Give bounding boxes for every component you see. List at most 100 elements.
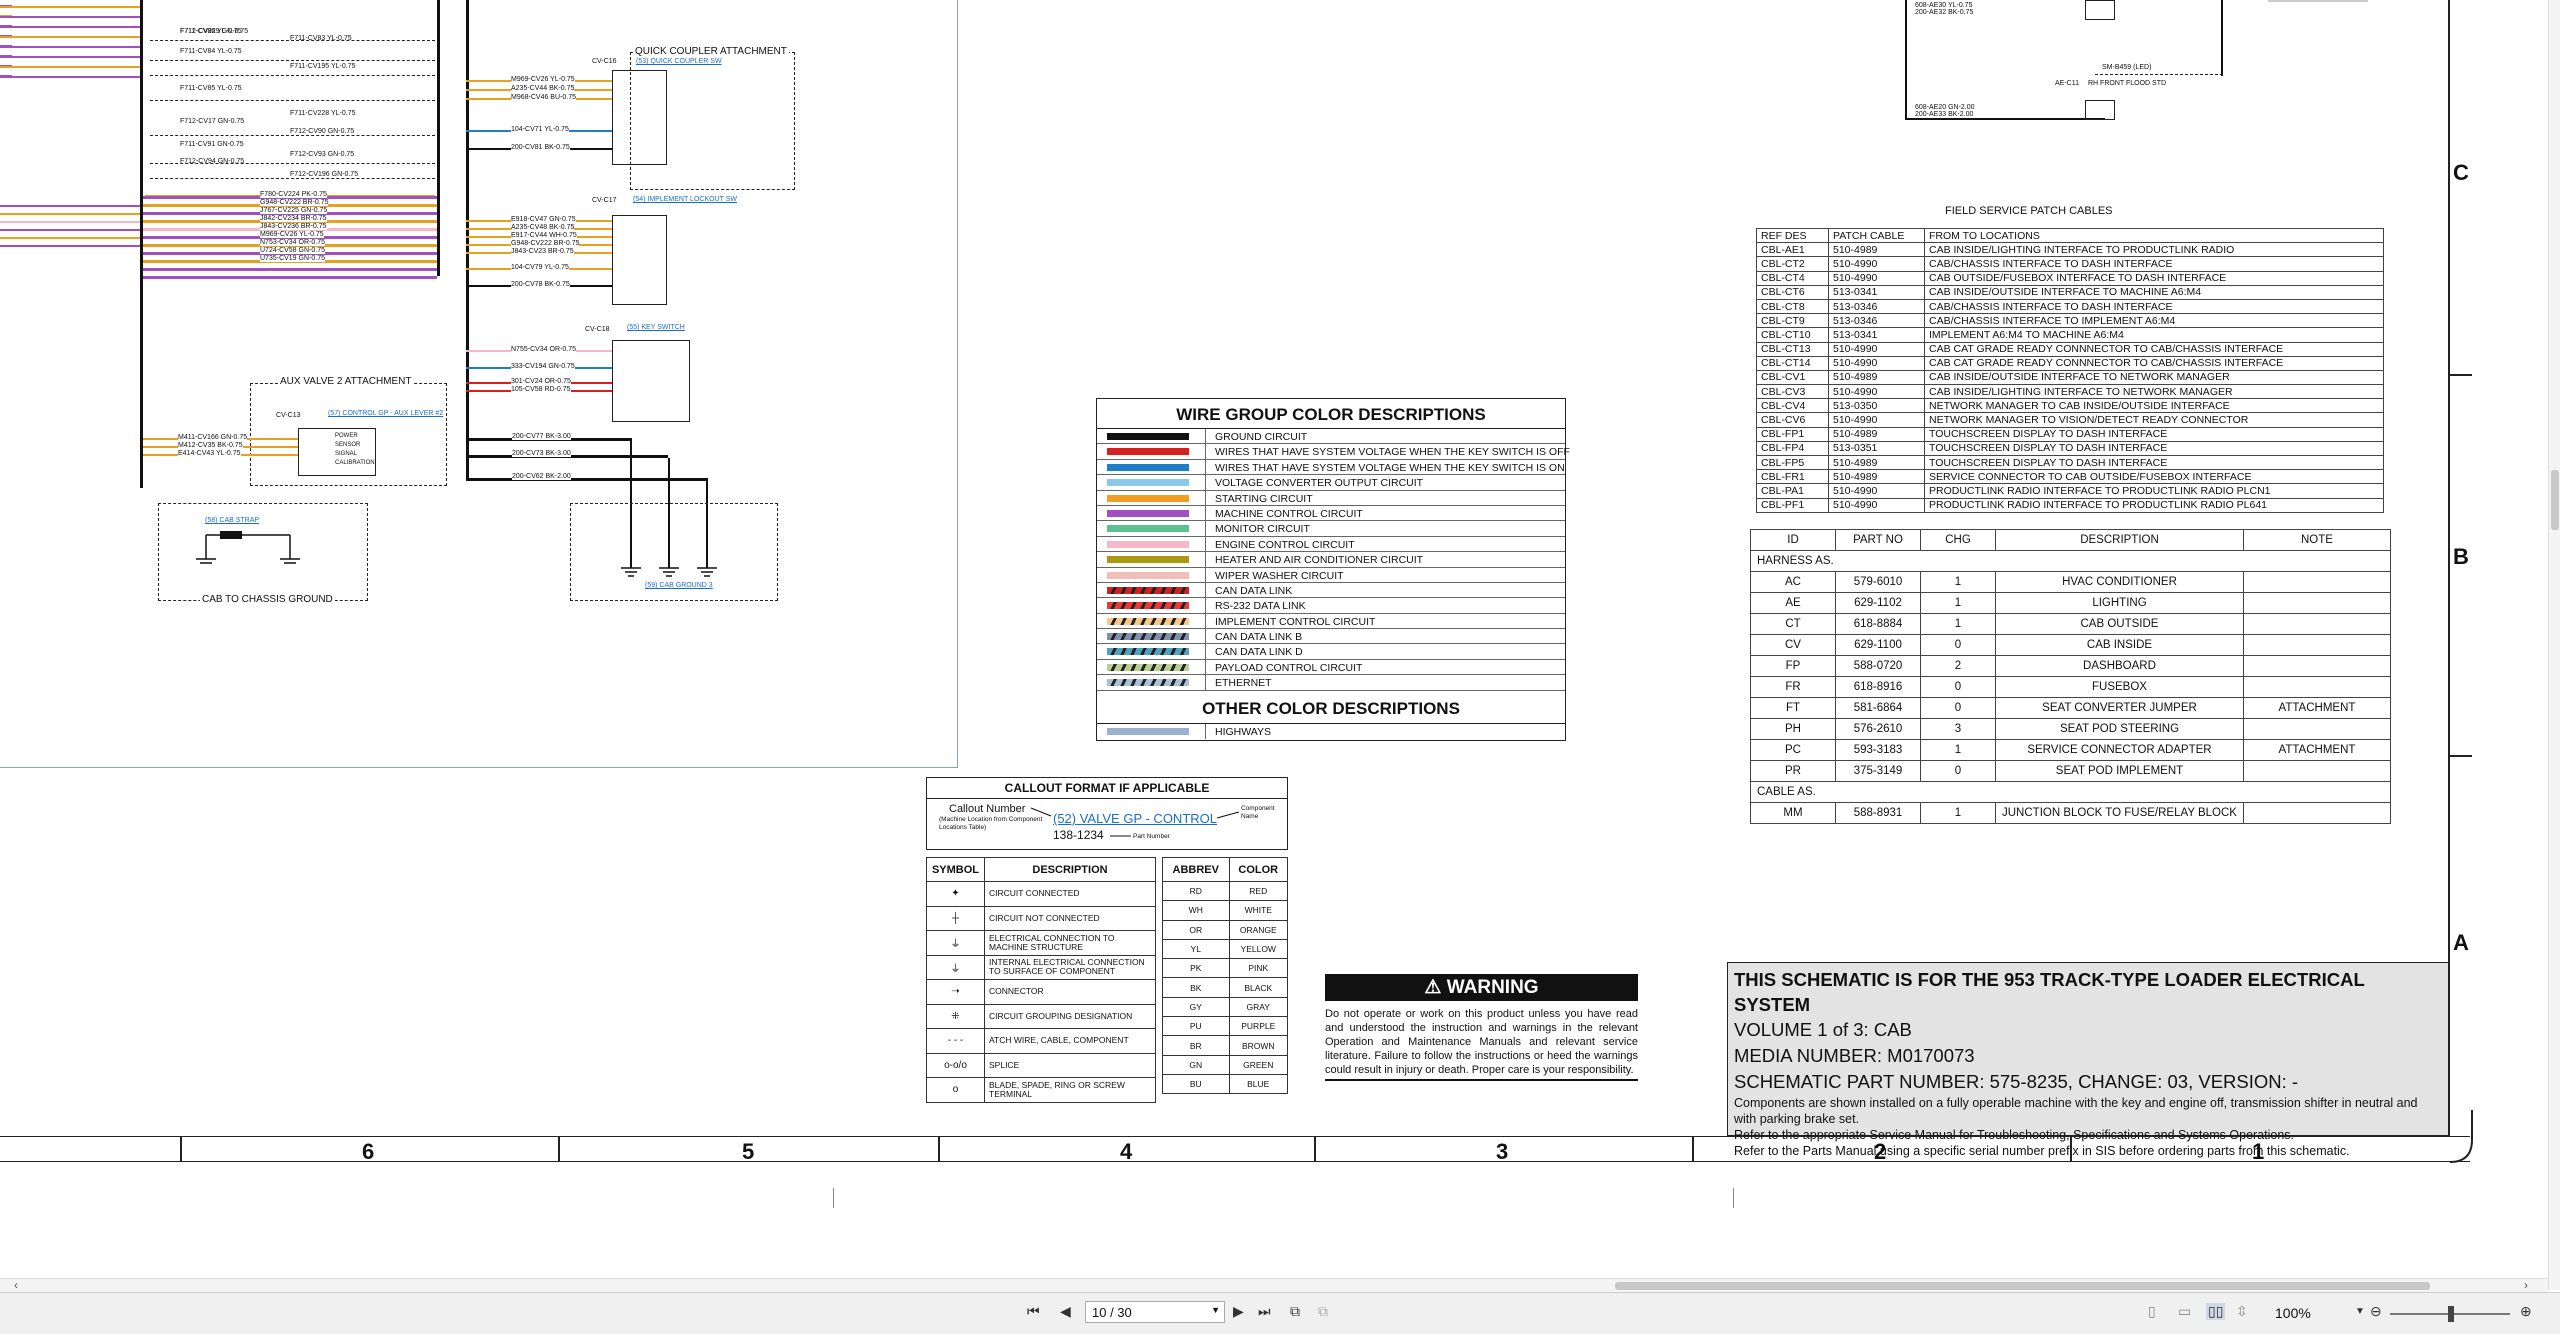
harness-header-description: DESCRIPTION (1995, 529, 2244, 551)
wire-group-label: RS-232 DATA LINK (1215, 600, 1306, 613)
zoom-slider-handle[interactable] (2448, 1306, 2454, 1322)
harness-chg: 0 (1920, 760, 1996, 782)
warning-banner: ⚠ WARNING (1325, 974, 1638, 1001)
vertical-scrollbar[interactable] (2548, 0, 2560, 1290)
harness-table: ID PART NO CHG DESCRIPTION NOTE HARNESS … (1750, 529, 2392, 824)
zoom-out-icon[interactable]: ⊖ (2370, 1303, 2382, 1320)
symbol-description: INTERNAL ELECTRICAL CONNECTION TO SURFAC… (984, 954, 1156, 980)
patch-locations: CAB/CHASSIS INTERFACE TO DASH INTERFACE (1924, 298, 2384, 315)
scroll-mode-icon[interactable]: ⇳ (2236, 1303, 2248, 1320)
harness-description: SEAT CONVERTER JUMPER (1995, 697, 2244, 719)
page-number-input[interactable]: 10 / 30 ▼ (1085, 1301, 1225, 1323)
patch-cable-number: 513-0346 (1828, 298, 1925, 315)
wire-group-row: CAN DATA LINK (1097, 582, 1565, 599)
harness-chg: 3 (1920, 718, 1996, 740)
connector-wire-label: 104-CV79 YL-0.75 (511, 264, 569, 271)
wire-group-label: WIRES THAT HAVE SYSTEM VOLTAGE WHEN THE … (1215, 461, 1565, 474)
patch-locations: TOUCHSCREEN DISPLAY TO DASH INTERFACE (1924, 440, 2384, 457)
prev-page-icon[interactable]: ◀ (1060, 1303, 1071, 1320)
fit-page-icon[interactable]: ⧉ (1290, 1303, 1300, 1320)
cab-strap-link[interactable]: (58) CAB STRAP (205, 517, 259, 524)
key-switch-part: CV-C18 (585, 326, 610, 333)
harness-row: FT 581-6864 0 SEAT CONVERTER JUMPER ATTACHME… (1750, 697, 2392, 719)
connector-wire-label: E918-CV47 GN-0.75 (511, 216, 576, 223)
two-page-icon[interactable]: ▯▯ (2206, 1303, 2226, 1320)
warning-triangle-icon: ⚠ (1424, 977, 1442, 998)
patch-cable-row: CBL-CV4 513-0350 NETWORK MANAGER TO CAB IN… (1756, 398, 2384, 414)
implement-lockout-link[interactable]: (54) IMPLEMENT LOCKOUT SW (633, 196, 737, 203)
title-line-4: SCHEMATIC PART NUMBER: 575-8235, CHANGE:… (1734, 1071, 2299, 1092)
single-page-icon[interactable]: ▯ (2148, 1303, 2156, 1320)
harness-part: 579-6010 (1835, 571, 1921, 593)
title-line-3: MEDIA NUMBER: M0170073 (1734, 1045, 1975, 1066)
zoom-in-icon[interactable]: ⊕ (2520, 1303, 2532, 1320)
color-row: BU BLUE (1162, 1073, 1289, 1095)
harness-section-row: CABLE AS. (1750, 781, 2391, 803)
zoom-dropdown-icon[interactable]: ▼ (2355, 1306, 2365, 1317)
cab-ground-link[interactable]: (59) CAB GROUND 3 (645, 582, 713, 589)
patch-cable-row: CBL-PA1 510-4990 PRODUCTLINK RADIO INTERFA… (1756, 483, 2384, 499)
fit-width-icon[interactable]: ⧉ (1318, 1303, 1328, 1320)
pdf-viewer: F711-CV86 YL-0.75 F711-CV83 YL-0.75 F711-C… (0, 0, 2560, 1334)
other-color-title: OTHER COLOR DESCRIPTIONS (1097, 691, 1565, 724)
zone-row-b: B (2453, 544, 2469, 569)
wire-group-row: CAN DATA LINK B (1097, 629, 1565, 645)
symbol-description: ATCH WIRE, CABLE, COMPONENT (984, 1028, 1156, 1054)
scroll-right-icon[interactable]: › (2524, 1278, 2528, 1292)
first-page-icon[interactable]: ⏮ (1027, 1303, 1040, 1320)
color-name: PINK (1228, 958, 1289, 979)
connector-wire-label: 200-CV81 BK-0.75 (511, 144, 570, 151)
harness-part: 618-8884 (1835, 613, 1921, 635)
color-name: YELLOW (1228, 938, 1289, 960)
patch-locations: NETWORK MANAGER TO VISION/DETECT READY C… (1924, 412, 2384, 428)
wire-group-row: CAN DATA LINK D (1097, 644, 1565, 660)
harness-description: JUNCTION BLOCK TO FUSE/RELAY BLOCK (1995, 802, 2244, 824)
harness-part: 581-6864 (1835, 697, 1921, 719)
next-page-icon[interactable]: ▶ (1233, 1303, 1244, 1320)
aux-wire-label: M412-CV35 BK-0.75 (178, 442, 243, 449)
quick-coupler-link[interactable]: (53) QUICK COUPLER SW (636, 58, 722, 65)
harness-description: LIGHTING (1995, 592, 2244, 614)
patch-cable-number: 510-4990 (1828, 270, 1925, 286)
aux-valve-link[interactable]: (57) CONTROL GP - AUX LEVER #2 (328, 410, 443, 417)
wire-label: F712-CV229 GN-0.75 (180, 28, 249, 35)
scroll-left-icon[interactable]: ‹ (14, 1278, 18, 1292)
main-trunk-mid (437, 0, 440, 276)
harness-row: AC 579-6010 1 HVAC CONDITIONER (1750, 571, 2392, 593)
patch-cable-number: 510-4989 (1828, 426, 1925, 442)
symbol-row: o BLADE, SPADE, RING OR SCREW TERMINAL (926, 1077, 1156, 1103)
wire-group-label: ENGINE CONTROL CIRCUIT (1215, 538, 1355, 551)
connector-wire-label: 105-CV58 RD-0.75 (511, 386, 571, 393)
key-switch-link[interactable]: (55) KEY SWITCH (627, 324, 685, 331)
wire-group-row: STARTING CIRCUIT (1097, 490, 1565, 506)
wire-label: F711-CV228 YL-0.75 (290, 110, 356, 117)
other-color-swatch (1107, 727, 1189, 735)
wire-group-label: MONITOR CIRCUIT (1215, 523, 1310, 536)
color-abbrev: PU (1162, 1016, 1230, 1037)
last-page-icon[interactable]: ⏭ (1258, 1303, 1271, 1320)
wire-group-label: CAN DATA LINK D (1215, 646, 1303, 659)
zone-col-6: 6 (362, 1139, 375, 1164)
chevron-down-icon[interactable]: ▼ (1211, 1305, 1220, 1315)
ground-wire-label: 200-CV77 BK-3.00 (512, 433, 571, 440)
symbol-glyph-icon: ⁜ (926, 1003, 985, 1029)
symbol-row: - - - ATCH WIRE, CABLE, COMPONENT (926, 1028, 1156, 1054)
patch-locations: TOUCHSCREEN DISPLAY TO DASH INTERFACE (1924, 454, 2384, 471)
wire-color-swatch (1107, 525, 1189, 533)
zoom-value[interactable]: 100% (2275, 1305, 2311, 1321)
wire-label: F712-CV196 GN-0.75 (290, 171, 359, 178)
symbol-description: CIRCUIT GROUPING DESIGNATION (984, 1003, 1156, 1029)
wire-color-swatch (1107, 663, 1189, 671)
harness-chg: 1 (1920, 571, 1996, 593)
continuous-page-icon[interactable]: ▭ (2178, 1303, 2191, 1320)
vertical-scroll-thumb[interactable] (2551, 470, 2559, 530)
patch-locations: PRODUCTLINK RADIO INTERFACE TO PRODUCTLI… (1924, 483, 2384, 499)
patch-cable-row: CBL-FP4 513-0351 TOUCHSCREEN DISPLAY TO DA… (1756, 440, 2384, 457)
harness-id: CV (1750, 634, 1836, 656)
color-row: WH WHITE (1162, 900, 1289, 921)
horizontal-scrollbar[interactable]: ‹ › (0, 1278, 2548, 1292)
wire-group-row: PAYLOAD CONTROL CIRCUIT (1097, 659, 1565, 676)
horizontal-scroll-thumb[interactable] (1615, 1282, 2430, 1290)
wire-color-swatch (1107, 494, 1189, 502)
harness-note: ATTACHMENT (2242, 697, 2392, 719)
